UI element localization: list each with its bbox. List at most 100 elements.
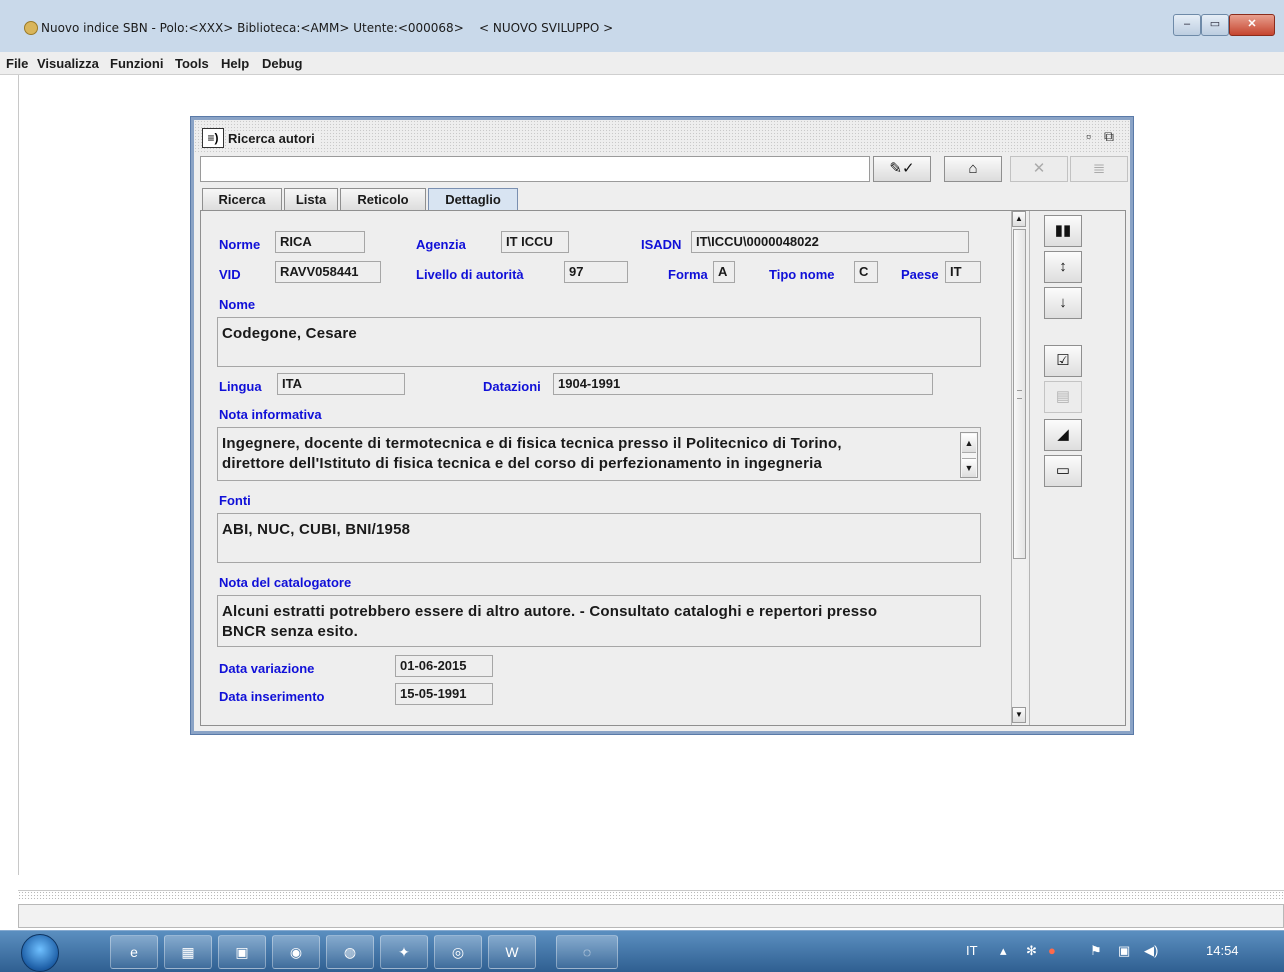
lingua-field[interactable]: ITA bbox=[277, 373, 405, 395]
nota-catalogatore-line-1: Alcuni estratti potrebbero essere di alt… bbox=[222, 603, 878, 620]
app-icon bbox=[24, 21, 38, 35]
confirm-button[interactable]: ✎✓ bbox=[873, 156, 931, 182]
dropbox-icon[interactable]: ✦ bbox=[380, 935, 428, 969]
ricerca-autori-frame: ≡) Ricerca autori ▫ ⧉ ✎✓ ⌂ ✕ ≣ Ricerca L… bbox=[191, 117, 1133, 734]
ie-icon[interactable]: e bbox=[110, 935, 158, 969]
livello-label: Livello di autorità bbox=[416, 267, 524, 282]
nota-scroll-up-icon[interactable]: ▲ bbox=[962, 434, 976, 453]
maximize-button[interactable]: ▭ bbox=[1201, 14, 1229, 36]
status-bar bbox=[18, 904, 1284, 928]
data-variazione-label: Data variazione bbox=[219, 661, 315, 676]
nota-informativa-line-2: direttore dell'Istituto di fisica tecnic… bbox=[222, 455, 823, 472]
menu-help[interactable]: Help bbox=[221, 56, 249, 71]
arrow-up-doc-icon[interactable]: ↕ bbox=[1044, 251, 1082, 283]
isadn-label: ISADN bbox=[641, 237, 682, 252]
chrome-icon[interactable]: ◉ bbox=[272, 935, 320, 969]
maximize-icon[interactable]: ⧉ bbox=[1104, 128, 1114, 145]
paese-field[interactable]: IT bbox=[945, 261, 981, 283]
sbn-app-icon[interactable]: ◌ bbox=[556, 935, 618, 969]
nome-label: Nome bbox=[219, 297, 256, 312]
tipo-nome-field[interactable]: C bbox=[854, 261, 878, 283]
scroll-thumb[interactable] bbox=[1013, 229, 1026, 559]
check-doc-icon[interactable]: ☑ bbox=[1044, 345, 1082, 377]
norme-field[interactable]: RICA bbox=[275, 231, 365, 253]
datazioni-field[interactable]: 1904-1991 bbox=[553, 373, 933, 395]
tab-dettaglio[interactable]: Dettaglio bbox=[428, 188, 518, 211]
fonti-field[interactable]: ABI, NUC, CUBI, BNI/1958 bbox=[217, 513, 981, 563]
fonti-label: Fonti bbox=[219, 493, 251, 508]
eraser-icon[interactable]: ◢ bbox=[1044, 419, 1082, 451]
network-icon[interactable]: ▣ bbox=[1118, 943, 1130, 959]
printer-icon[interactable]: ▭ bbox=[1044, 455, 1082, 487]
lingua-label: Lingua bbox=[219, 379, 262, 394]
home-button[interactable]: ⌂ bbox=[944, 156, 1002, 182]
clock[interactable]: 14:54 bbox=[1206, 943, 1239, 958]
menu-debug[interactable]: Debug bbox=[262, 56, 302, 71]
nota-scrollbar[interactable]: ▲ ▼ bbox=[960, 432, 978, 478]
arrow-down-doc-icon[interactable]: ↓ bbox=[1044, 287, 1082, 319]
data-variazione-field[interactable]: 01-06-2015 bbox=[395, 655, 493, 677]
tab-lista[interactable]: Lista bbox=[284, 188, 338, 210]
nota-informativa-label: Nota informativa bbox=[219, 407, 322, 422]
vid-label: VID bbox=[219, 267, 241, 282]
paese-label: Paese bbox=[901, 267, 939, 282]
detail-vertical-scrollbar[interactable]: ▲ ▼ bbox=[1011, 211, 1027, 725]
menu-file[interactable]: File bbox=[6, 56, 28, 71]
firefox-icon[interactable]: ◍ bbox=[326, 935, 374, 969]
agenzia-field[interactable]: IT ICCU bbox=[501, 231, 569, 253]
books-icon[interactable]: ▮▮ bbox=[1044, 215, 1082, 247]
explorer-icon[interactable]: ▦ bbox=[164, 935, 212, 969]
forma-field[interactable]: A bbox=[713, 261, 735, 283]
isadn-field[interactable]: IT\ICCU\0000048022 bbox=[691, 231, 969, 253]
scroll-up-icon[interactable]: ▲ bbox=[1012, 211, 1026, 227]
media-player-icon[interactable]: ▣ bbox=[218, 935, 266, 969]
tray-alert-icon[interactable]: ● bbox=[1048, 943, 1056, 958]
data-inserimento-field[interactable]: 15-05-1991 bbox=[395, 683, 493, 705]
flag-icon[interactable]: ⚑ bbox=[1090, 943, 1102, 959]
datazioni-label: Datazioni bbox=[483, 379, 541, 394]
disabled-doc-icon[interactable]: ▤ bbox=[1044, 381, 1082, 413]
grip-icon bbox=[1017, 390, 1022, 399]
desktop-strip bbox=[18, 890, 1284, 899]
language-indicator[interactable]: IT bbox=[966, 943, 978, 958]
nota-catalogatore-label: Nota del catalogatore bbox=[219, 575, 352, 590]
nota-informativa-line-1: Ingegnere, docente di termotecnica e di … bbox=[222, 435, 842, 452]
close-button[interactable]: ✕ bbox=[1229, 14, 1275, 36]
frame-titlebar[interactable]: ≡) Ricerca autori ▫ ⧉ bbox=[194, 120, 1130, 154]
nota-catalogatore-field[interactable]: Alcuni estratti potrebbero essere di alt… bbox=[217, 595, 981, 647]
command-input[interactable] bbox=[200, 156, 870, 182]
agenzia-label: Agenzia bbox=[416, 237, 466, 252]
list-button[interactable]: ≣ bbox=[1070, 156, 1128, 182]
menu-visualizza[interactable]: Visualizza bbox=[37, 56, 99, 71]
word-icon[interactable]: W bbox=[488, 935, 536, 969]
app-icon-2[interactable]: ◎ bbox=[434, 935, 482, 969]
taskbar: e ▦ ▣ ◉ ◍ ✦ ◎ W ◌ IT ▴ ✻ ● ⚑ ▣ ◀) 14:54 bbox=[0, 930, 1284, 972]
detail-content: Norme RICA Agenzia IT ICCU ISADN IT\ICCU… bbox=[201, 211, 1009, 725]
tab-ricerca[interactable]: Ricerca bbox=[202, 188, 282, 210]
livello-field[interactable]: 97 bbox=[564, 261, 628, 283]
data-inserimento-label: Data inserimento bbox=[219, 689, 325, 704]
restore-icon[interactable]: ▫ bbox=[1086, 128, 1091, 144]
tray-sync-icon[interactable]: ✻ bbox=[1026, 943, 1037, 959]
tab-reticolo[interactable]: Reticolo bbox=[340, 188, 426, 210]
vid-field[interactable]: RAVV058441 bbox=[275, 261, 381, 283]
nota-scroll-down-icon[interactable]: ▼ bbox=[962, 458, 976, 477]
nota-catalogatore-line-2: BNCR senza esito. bbox=[222, 623, 358, 640]
menu-funzioni[interactable]: Funzioni bbox=[110, 56, 163, 71]
volume-icon[interactable]: ◀) bbox=[1144, 943, 1158, 959]
cancel-button[interactable]: ✕ bbox=[1010, 156, 1068, 182]
menu-tools[interactable]: Tools bbox=[175, 56, 209, 71]
menu-bar: File Visualizza Funzioni Tools Help Debu… bbox=[0, 52, 1284, 75]
start-button[interactable] bbox=[21, 934, 59, 972]
dettaglio-panel: Norme RICA Agenzia IT ICCU ISADN IT\ICCU… bbox=[200, 210, 1126, 726]
tray-expand-icon[interactable]: ▴ bbox=[1000, 943, 1007, 959]
nota-informativa-field[interactable]: Ingegnere, docente di termotecnica e di … bbox=[217, 427, 981, 481]
frame-title: Ricerca autori bbox=[228, 131, 319, 146]
action-sidebar: ▮▮ ↕ ↓ ☑ ▤ ◢ ▭ bbox=[1029, 211, 1126, 725]
forma-label: Forma bbox=[668, 267, 708, 282]
minimize-button[interactable]: – bbox=[1173, 14, 1201, 36]
norme-label: Norme bbox=[219, 237, 261, 252]
window-title: Nuovo indice SBN - Polo:<XXX> Biblioteca… bbox=[41, 21, 614, 35]
nome-field[interactable]: Codegone, Cesare bbox=[217, 317, 981, 367]
scroll-down-icon[interactable]: ▼ bbox=[1012, 707, 1026, 723]
